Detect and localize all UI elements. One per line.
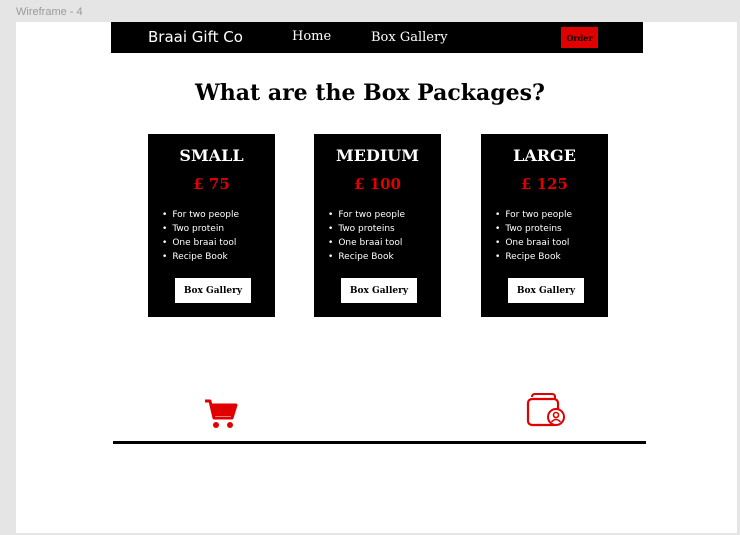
package-card-medium: MEDIUM £ 100 For two people Two proteins… — [314, 134, 441, 317]
feature-item: Recipe Book — [162, 250, 239, 264]
feature-item: For two people — [162, 208, 239, 222]
box-gallery-button[interactable]: Box Gallery — [175, 278, 251, 303]
feature-item: Recipe Book — [495, 250, 572, 264]
package-price: £ 125 — [521, 175, 568, 193]
box-gallery-button[interactable]: Box Gallery — [508, 278, 584, 303]
feature-item: Two protein — [162, 222, 239, 236]
wireframe-canvas: Braai Gift Co Home Box Gallery Order Wha… — [16, 22, 737, 533]
feature-list: For two people Two proteins One braai to… — [495, 208, 572, 264]
feature-item: For two people — [495, 208, 572, 222]
page-heading: What are the Box Packages? — [195, 80, 545, 106]
shopping-cart-icon[interactable] — [204, 398, 238, 430]
nav-home-link[interactable]: Home — [292, 29, 331, 44]
package-price: £ 75 — [193, 175, 230, 193]
wallet-icon[interactable] — [526, 393, 566, 427]
feature-item: Two proteins — [328, 222, 405, 236]
nav-box-gallery-link[interactable]: Box Gallery — [371, 30, 448, 45]
feature-item: One braai tool — [328, 236, 405, 250]
package-name: LARGE — [513, 146, 576, 165]
package-card-large: LARGE £ 125 For two people Two proteins … — [481, 134, 608, 317]
feature-item: One braai tool — [495, 236, 572, 250]
feature-list: For two people Two proteins One braai to… — [328, 208, 405, 264]
package-name: SMALL — [179, 146, 244, 165]
package-price: £ 100 — [354, 175, 401, 193]
navbar: Braai Gift Co Home Box Gallery Order — [111, 22, 643, 53]
feature-list: For two people Two protein One braai too… — [162, 208, 239, 264]
box-gallery-button[interactable]: Box Gallery — [341, 278, 417, 303]
feature-item: Two proteins — [495, 222, 572, 236]
frame-label: Wireframe - 4 — [16, 6, 83, 18]
order-button[interactable]: Order — [561, 27, 598, 48]
package-name: MEDIUM — [336, 146, 419, 165]
brand-logo[interactable]: Braai Gift Co — [148, 28, 243, 46]
footer-divider — [113, 441, 646, 444]
feature-item: For two people — [328, 208, 405, 222]
feature-item: Recipe Book — [328, 250, 405, 264]
feature-item: One braai tool — [162, 236, 239, 250]
package-card-small: SMALL £ 75 For two people Two protein On… — [148, 134, 275, 317]
